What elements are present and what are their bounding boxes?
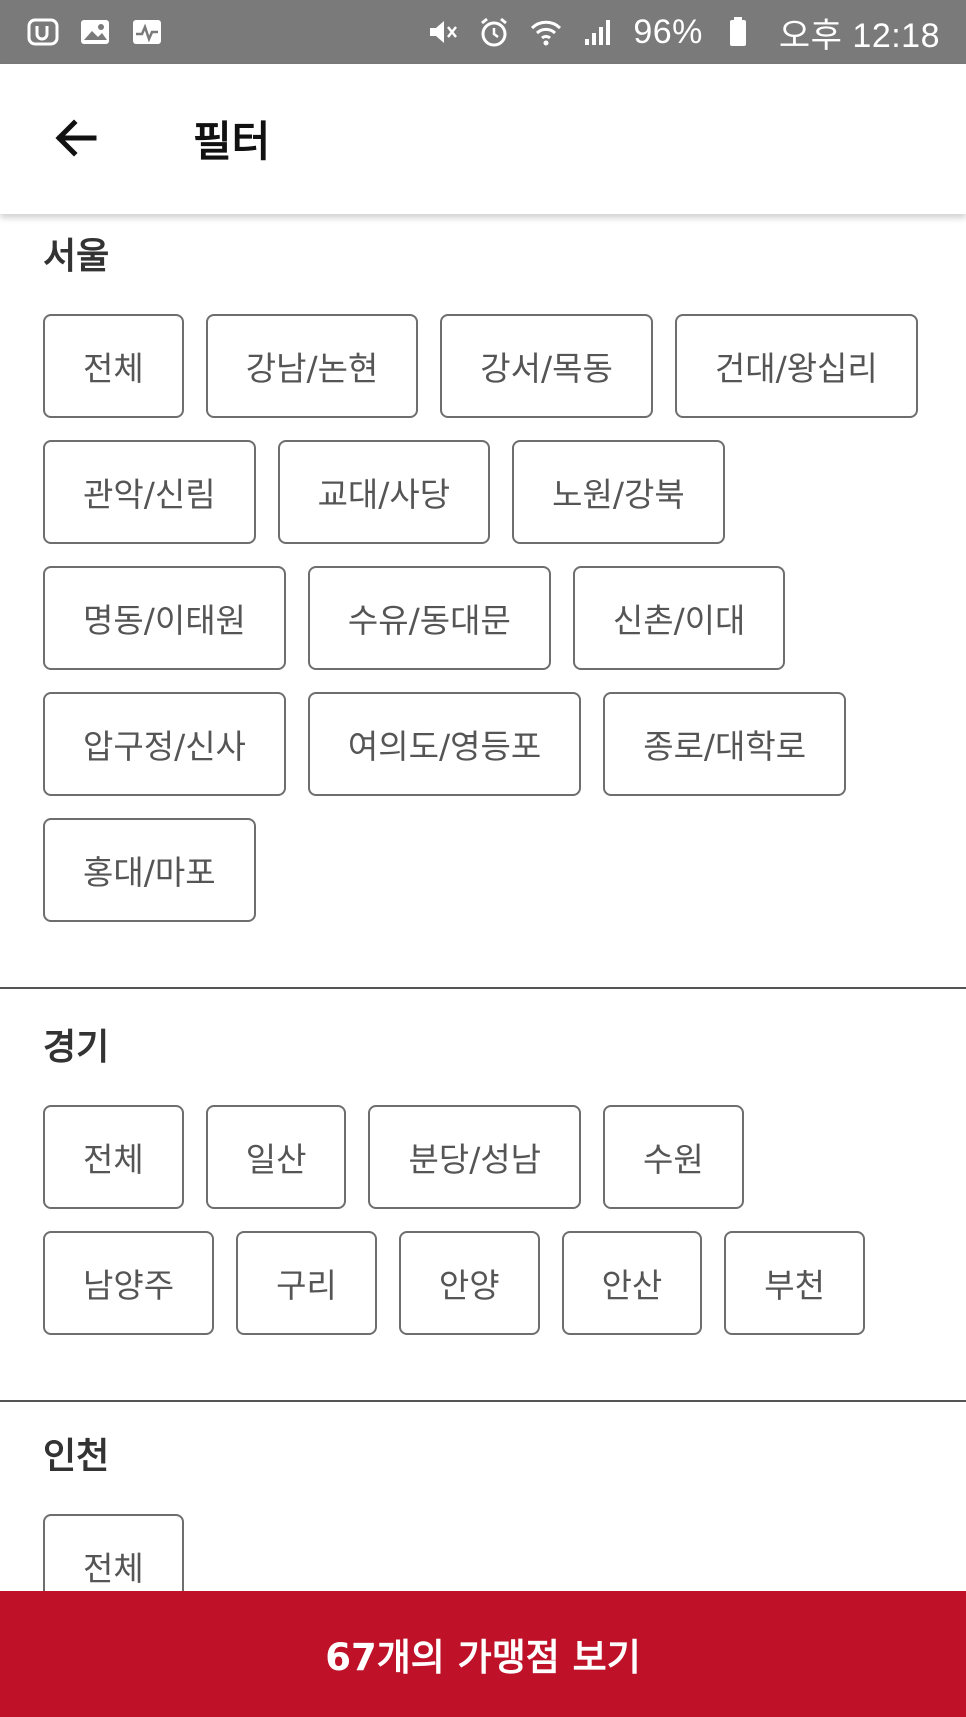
chip-incheon-all[interactable]: 전체 <box>43 1514 184 1591</box>
chip-namyangju[interactable]: 남양주 <box>43 1231 215 1335</box>
chip-gyeonggi-all[interactable]: 전체 <box>43 1105 184 1209</box>
chip-jongno[interactable]: 종로/대학로 <box>603 692 847 796</box>
battery-percentage: 96% <box>633 12 703 51</box>
chip-guri[interactable]: 구리 <box>236 1231 377 1335</box>
section-title: 인천 <box>43 1436 110 1477</box>
app-bar: 필터 <box>0 64 966 214</box>
section-title: 경기 <box>43 1027 110 1068</box>
chip-suyu[interactable]: 수유/동대문 <box>307 566 551 670</box>
section-seoul: 서울 전체 강남/논현 강서/목동 건대/왕십리 관악/신림 교대/사당 노원/… <box>0 214 966 989</box>
chip-kondae[interactable]: 건대/왕십리 <box>674 314 918 418</box>
chip-gangnam[interactable]: 강남/논현 <box>205 314 419 418</box>
signal-icon <box>581 15 615 49</box>
wifi-icon <box>529 15 563 49</box>
chip-ansan[interactable]: 안산 <box>561 1231 703 1335</box>
page-title: 필터 <box>193 117 271 166</box>
mute-icon <box>425 15 459 49</box>
filter-content[interactable]: 서울 전체 강남/논현 강서/목동 건대/왕십리 관악/신림 교대/사당 노원/… <box>0 214 966 1591</box>
chip-gyodae[interactable]: 교대/사당 <box>277 440 491 544</box>
chip-bucheon[interactable]: 부천 <box>724 1231 866 1335</box>
chip-group-seoul: 전체 강남/논현 강서/목동 건대/왕십리 관악/신림 교대/사당 노원/강북 … <box>43 314 933 922</box>
clock: 오후 12:18 <box>778 16 940 55</box>
back-button[interactable] <box>38 100 114 176</box>
section-title: 서울 <box>43 236 110 277</box>
chip-group-incheon: 전체 <box>43 1514 933 1591</box>
chip-myeongdong[interactable]: 명동/이태원 <box>43 566 286 670</box>
chip-nowon[interactable]: 노원/강북 <box>512 440 725 544</box>
chip-sinchon[interactable]: 신촌/이대 <box>572 566 786 670</box>
chip-bundang[interactable]: 분당/성남 <box>368 1105 582 1209</box>
view-stores-button[interactable]: 67개의 가맹점 보기 <box>0 1591 966 1717</box>
section-incheon: 인천 전체 <box>0 1402 966 1591</box>
chip-ilsan[interactable]: 일산 <box>205 1105 347 1209</box>
chip-gwanak[interactable]: 관악/신림 <box>43 440 256 544</box>
chip-gangseo[interactable]: 강서/목동 <box>440 314 653 418</box>
u-plus-icon <box>26 15 60 49</box>
image-icon <box>78 15 112 49</box>
chip-anyang[interactable]: 안양 <box>398 1231 540 1335</box>
status-bar: 96% 오후 12:18 <box>0 0 966 64</box>
alarm-icon <box>477 15 511 49</box>
section-gyeonggi: 경기 전체 일산 분당/성남 수원 남양주 구리 안양 안산 부천 <box>0 989 966 1402</box>
status-right-icons: 96% 오후 12:18 <box>425 8 940 57</box>
chip-group-gyeonggi: 전체 일산 분당/성남 수원 남양주 구리 안양 안산 부천 <box>43 1105 933 1335</box>
chip-yeouido[interactable]: 여의도/영등포 <box>307 692 582 796</box>
arrow-left-icon <box>55 119 97 157</box>
status-left-icons <box>26 15 164 49</box>
chip-suwon[interactable]: 수원 <box>603 1105 744 1209</box>
chip-apgujeong[interactable]: 압구정/신사 <box>43 692 286 796</box>
pulse-icon <box>130 15 164 49</box>
chip-hongdae[interactable]: 홍대/마포 <box>43 818 256 922</box>
chip-seoul-all[interactable]: 전체 <box>43 314 184 418</box>
battery-icon <box>721 15 755 49</box>
